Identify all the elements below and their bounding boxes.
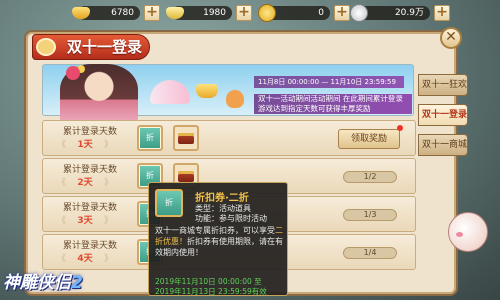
gold-ingot-decoration bbox=[196, 84, 218, 98]
tooltip-desc-a: 双十一商城专属折扣券，可以享受 bbox=[155, 226, 275, 235]
tab-double11-carnival[interactable]: 双十一狂欢 bbox=[418, 74, 468, 96]
item-tooltip: 折 折扣券·二折 类型：活动道具 功能：参与限时活动 双十一商城专属折扣券，可以… bbox=[148, 182, 288, 296]
event-date: 11月8日 00:00:00 — 11月10日 23:59:59 bbox=[254, 76, 404, 88]
mascot-cheek-decoration bbox=[456, 232, 463, 237]
reward-label: 累计登录天数 bbox=[63, 241, 118, 251]
hairpin-decoration bbox=[66, 66, 80, 80]
coin-icon bbox=[258, 4, 276, 22]
claim-reward-button[interactable]: 领取奖励 bbox=[338, 129, 400, 149]
add-silver-coin-button[interactable]: + bbox=[434, 5, 450, 21]
flower-icon bbox=[36, 38, 56, 56]
currency-silver: 1980 + bbox=[166, 4, 258, 22]
logo-text-a: 神雕 bbox=[3, 273, 37, 293]
tab-double11-mall[interactable]: 双十一商城 bbox=[418, 134, 468, 156]
reward-days: 4天 bbox=[57, 253, 113, 266]
reward-label: 累计登录天数 bbox=[63, 165, 118, 175]
add-coin-button[interactable]: + bbox=[334, 5, 350, 21]
currency-coin: 0 + bbox=[258, 4, 354, 22]
tab-double11-login[interactable]: 双十一登录 bbox=[418, 104, 468, 126]
reward-days: 1天 bbox=[57, 139, 113, 152]
discount-ticket-icon: 折 bbox=[155, 189, 183, 217]
reward-row: 累计登录天数 1天 折 领取奖励 bbox=[42, 120, 416, 156]
logo-text-c: 2 bbox=[71, 273, 83, 293]
tooltip-valid-to: 2019年11月13日 23:59:59有效 bbox=[155, 287, 267, 296]
reward-label: 累计登录天数 bbox=[63, 203, 118, 213]
notification-dot bbox=[397, 125, 403, 131]
currency-silver-coin: 20.9万 + bbox=[350, 4, 456, 22]
treasure-chest-icon[interactable] bbox=[173, 125, 199, 151]
tooltip-item-name: 折扣券·二折 bbox=[195, 193, 249, 204]
event-description: 双十一活动期间活动期间 在此期间累计登录 游戏达到指定天数可获得丰厚奖励 bbox=[254, 94, 412, 114]
login-progress: 1/2 bbox=[343, 171, 397, 183]
add-silver-button[interactable]: + bbox=[236, 5, 252, 21]
login-progress: 1/4 bbox=[343, 247, 397, 259]
discount-ticket-icon[interactable]: 折 bbox=[137, 125, 163, 151]
currency-gold: 6780 + bbox=[72, 4, 166, 22]
fox-pet-icon bbox=[226, 90, 244, 108]
event-description-line2: 游戏达到指定天数可获得丰厚奖励 bbox=[258, 104, 371, 113]
tooltip-item-function: 功能：参与限时活动 bbox=[195, 214, 267, 223]
reward-days: 2天 bbox=[57, 177, 113, 190]
tooltip-description: 双十一商城专属折扣券，可以享受二折优惠！折扣券有使用期限，请在有效期内使用！ bbox=[155, 225, 285, 258]
reward-label: 累计登录天数 bbox=[63, 127, 118, 137]
mascot-pet-icon[interactable] bbox=[448, 212, 488, 252]
reward-days: 3天 bbox=[57, 215, 113, 228]
game-logo: 神雕侠侣2 bbox=[3, 268, 83, 293]
login-progress: 1/3 bbox=[343, 209, 397, 221]
close-button[interactable]: ✕ bbox=[440, 27, 462, 49]
logo-text-b: 侠侣 bbox=[37, 273, 71, 293]
add-gold-button[interactable]: + bbox=[144, 5, 160, 21]
event-description-line1: 双十一活动期间活动期间 在此期间累计登录 bbox=[258, 94, 403, 103]
silver-coin-icon bbox=[350, 4, 368, 22]
